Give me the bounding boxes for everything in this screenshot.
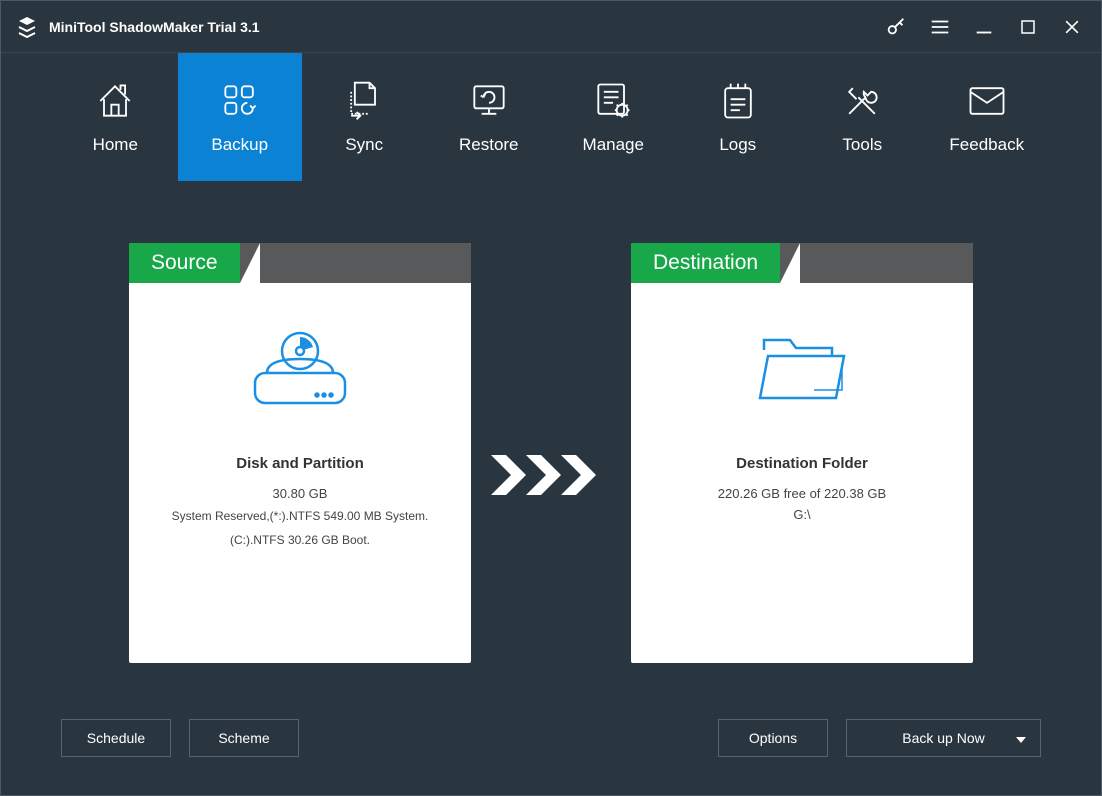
nav-feedback[interactable]: Feedback bbox=[925, 53, 1050, 181]
disk-icon bbox=[245, 313, 355, 423]
app-window: MiniTool ShadowMaker Trial 3.1 bbox=[0, 0, 1102, 796]
nav-label: Manage bbox=[583, 135, 644, 155]
manage-icon bbox=[591, 79, 635, 123]
content-area: Source bbox=[1, 181, 1101, 795]
nav-manage[interactable]: Manage bbox=[551, 53, 676, 181]
scheme-button[interactable]: Scheme bbox=[189, 719, 299, 757]
source-title: Disk and Partition bbox=[236, 455, 364, 472]
minimize-icon[interactable] bbox=[969, 12, 999, 42]
feedback-icon bbox=[965, 79, 1009, 123]
destination-card[interactable]: Destination Destination Folder 220.26 GB… bbox=[631, 243, 973, 663]
key-icon[interactable] bbox=[881, 12, 911, 42]
tools-icon bbox=[840, 79, 884, 123]
backup-now-label: Back up Now bbox=[902, 730, 984, 746]
folder-icon bbox=[752, 313, 852, 423]
main-row: Source bbox=[49, 201, 1053, 707]
sync-icon bbox=[344, 79, 384, 123]
destination-path: G:\ bbox=[793, 507, 810, 522]
card-body: Disk and Partition 30.80 GB System Reser… bbox=[129, 283, 471, 663]
source-detail-1: System Reserved,(*:).NTFS 549.00 MB Syst… bbox=[172, 507, 429, 525]
titlebar-left: MiniTool ShadowMaker Trial 3.1 bbox=[15, 15, 260, 39]
nav-sync[interactable]: Sync bbox=[302, 53, 427, 181]
titlebar: MiniTool ShadowMaker Trial 3.1 bbox=[1, 1, 1101, 53]
nav-label: Feedback bbox=[949, 135, 1024, 155]
bottom-bar: Schedule Scheme Options Back up Now bbox=[49, 707, 1053, 775]
destination-title: Destination Folder bbox=[736, 455, 868, 472]
nav-label: Logs bbox=[719, 135, 756, 155]
card-header-slash bbox=[780, 243, 973, 283]
home-icon bbox=[93, 79, 137, 123]
card-header: Source bbox=[129, 243, 471, 283]
close-icon[interactable] bbox=[1057, 12, 1087, 42]
logs-icon bbox=[718, 79, 758, 123]
source-card[interactable]: Source bbox=[129, 243, 471, 663]
app-title: MiniTool ShadowMaker Trial 3.1 bbox=[49, 19, 260, 35]
card-header-slash bbox=[240, 243, 471, 283]
destination-tab-label: Destination bbox=[631, 243, 780, 283]
source-tab-label: Source bbox=[129, 243, 240, 283]
navbar: Home Backup Sync bbox=[1, 53, 1101, 181]
nav-label: Sync bbox=[345, 135, 383, 155]
nav-restore[interactable]: Restore bbox=[427, 53, 552, 181]
maximize-icon[interactable] bbox=[1013, 12, 1043, 42]
destination-free: 220.26 GB free of 220.38 GB bbox=[718, 486, 886, 501]
options-button[interactable]: Options bbox=[718, 719, 828, 757]
nav-home[interactable]: Home bbox=[53, 53, 178, 181]
nav-label: Tools bbox=[842, 135, 882, 155]
titlebar-controls bbox=[881, 12, 1087, 42]
chevrons-icon bbox=[471, 243, 631, 707]
nav-label: Restore bbox=[459, 135, 519, 155]
menu-icon[interactable] bbox=[925, 12, 955, 42]
card-body: Destination Folder 220.26 GB free of 220… bbox=[631, 283, 973, 663]
chevron-down-icon bbox=[1016, 730, 1026, 746]
spacer bbox=[317, 719, 700, 757]
source-detail-2: (C:).NTFS 30.26 GB Boot. bbox=[230, 531, 370, 549]
nav-backup[interactable]: Backup bbox=[178, 53, 303, 181]
nav-label: Home bbox=[93, 135, 138, 155]
nav-tools[interactable]: Tools bbox=[800, 53, 925, 181]
nav-label: Backup bbox=[211, 135, 268, 155]
backup-now-button[interactable]: Back up Now bbox=[846, 719, 1041, 757]
nav-logs[interactable]: Logs bbox=[676, 53, 801, 181]
restore-icon bbox=[467, 79, 511, 123]
backup-icon bbox=[218, 79, 262, 123]
schedule-button[interactable]: Schedule bbox=[61, 719, 171, 757]
app-logo-icon bbox=[15, 15, 39, 39]
card-header: Destination bbox=[631, 243, 973, 283]
source-size: 30.80 GB bbox=[273, 486, 328, 501]
